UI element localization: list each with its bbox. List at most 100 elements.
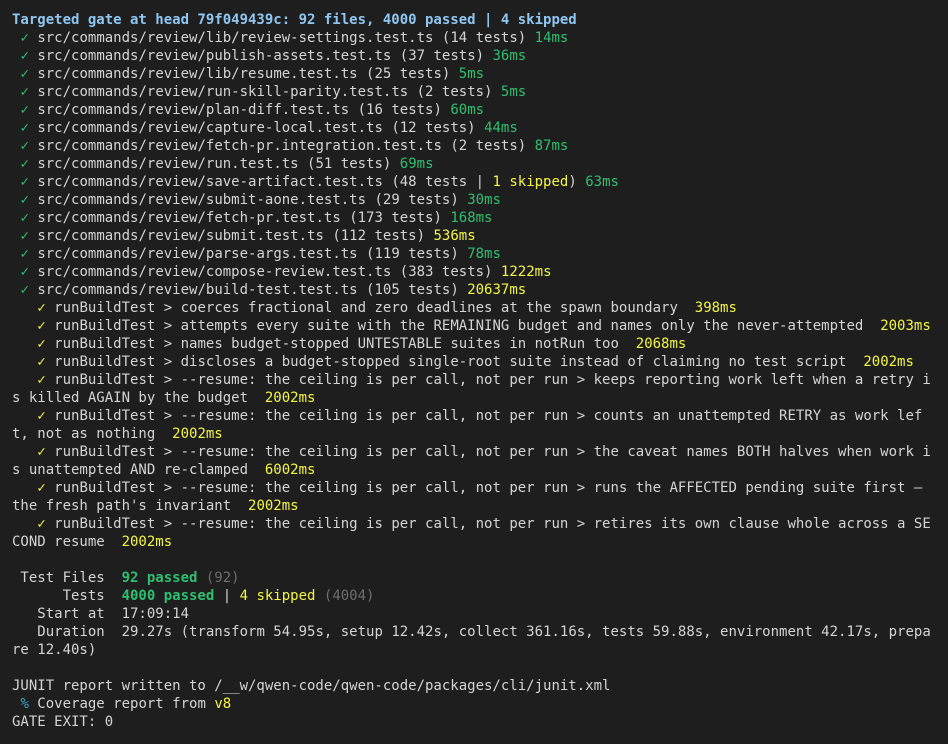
test-file-row: ✓ src/commands/review/fetch-pr.integrati… [12, 137, 948, 155]
check-icon: ✓ [20, 192, 29, 208]
test-file-row: ✓ src/commands/review/run.test.ts (51 te… [12, 155, 948, 173]
duration: 2002ms [264, 390, 316, 406]
slow-test-name: runBuildTest > coerces fractional and ze… [54, 300, 678, 316]
check-icon: ✓ [20, 174, 29, 190]
test-file-row: ✓ src/commands/review/run-skill-parity.t… [12, 83, 948, 101]
slow-test-row: ✓ runBuildTest > --resume: the ceiling i… [12, 479, 936, 515]
duration: 2002ms [248, 498, 299, 514]
test-count: (37 tests) [399, 48, 485, 64]
summary-label: Test Files [12, 570, 122, 586]
slow-test-name: runBuildTest > --resume: the ceiling is … [12, 372, 931, 406]
test-count: (2 tests) [416, 84, 493, 100]
duration: 60ms [450, 102, 485, 118]
test-file-path: src/commands/review/submit.test.ts [37, 228, 324, 244]
duration: 63ms [585, 174, 619, 190]
duration: 36ms [492, 48, 527, 64]
slow-test-list: ✓ runBuildTest > coerces fractional and … [12, 299, 948, 551]
duration: 87ms [534, 138, 569, 154]
duration: 2068ms [635, 336, 687, 352]
slow-test-name: runBuildTest > attempts every suite with… [54, 318, 864, 334]
start-time-value: 17:09:14 [121, 606, 190, 622]
check-icon: ✓ [20, 30, 29, 46]
check-icon: ✓ [20, 138, 29, 154]
duration: 5ms [500, 84, 527, 100]
test-file-row: ✓ src/commands/review/submit.test.ts (11… [12, 227, 948, 245]
check-icon: ✓ [37, 408, 46, 424]
test-count: (119 tests) [366, 246, 459, 262]
slow-test-row: ✓ runBuildTest > coerces fractional and … [12, 299, 936, 317]
duration: 1222ms [500, 264, 552, 280]
test-count: (14 tests) [441, 30, 527, 46]
duration: 536ms [433, 228, 476, 244]
skipped-count: 1 skipped [492, 174, 569, 190]
gate-exit-line: GATE EXIT: 0 [12, 714, 114, 730]
duration: 2002ms [172, 426, 223, 442]
test-file-path: src/commands/review/lib/review-settings.… [37, 30, 434, 46]
test-file-row: ✓ src/commands/review/publish-assets.tes… [12, 47, 948, 65]
tests-skipped-count: 4 skipped [239, 588, 316, 604]
check-icon: ✓ [37, 444, 46, 460]
slow-test-row: ✓ runBuildTest > names budget-stopped UN… [12, 335, 936, 353]
test-file-path: src/commands/review/parse-args.test.ts [37, 246, 358, 262]
gate-header: Targeted gate at head 79f049439c: 92 fil… [12, 12, 577, 28]
junit-report-line: JUNIT report written to /__w/qwen-code/q… [12, 678, 611, 694]
check-icon: ✓ [20, 102, 29, 118]
check-icon: ✓ [20, 264, 29, 280]
test-file-row: ✓ src/commands/review/plan-diff.test.ts … [12, 101, 948, 119]
check-icon: ✓ [37, 516, 46, 532]
slow-test-name: runBuildTest > --resume: the ceiling is … [12, 408, 923, 442]
test-file-path: src/commands/review/publish-assets.test.… [37, 48, 392, 64]
slow-test-row: ✓ runBuildTest > --resume: the ceiling i… [12, 371, 936, 407]
check-icon: ✓ [20, 48, 29, 64]
test-count: (51 tests) [307, 156, 392, 172]
summary-tests: Tests 4000 passed | 4 skipped (4004) [12, 587, 948, 605]
check-icon: ✓ [20, 210, 29, 226]
slow-test-name: runBuildTest > --resume: the ceiling is … [12, 480, 931, 514]
duration: 69ms [399, 156, 434, 172]
check-icon: ✓ [20, 228, 29, 244]
duration: 30ms [467, 192, 501, 208]
test-file-row: ✓ src/commands/review/save-artifact.test… [20, 174, 619, 190]
files-passed-count: 92 passed [121, 570, 198, 586]
test-count: (2 tests) [450, 138, 527, 154]
summary-test-files: Test Files 92 passed (92) [12, 569, 948, 587]
duration: 168ms [450, 210, 493, 226]
test-count: (29 tests) [374, 192, 459, 208]
test-count: (112 tests) [332, 228, 426, 244]
summary-duration: Duration 29.27s (transform 54.95s, setup… [12, 623, 936, 659]
test-file-row: ✓ src/commands/review/build-test.test.ts… [12, 281, 948, 299]
check-icon: ✓ [37, 336, 46, 352]
test-file-path: src/commands/review/compose-review.test.… [37, 264, 392, 280]
check-icon: ✓ [20, 66, 29, 82]
files-total-count: (92) [205, 570, 240, 586]
duration-value: 29.27s (transform 54.95s, setup 12.42s, … [12, 624, 931, 658]
tests-passed-count: 4000 passed [121, 588, 215, 604]
separator: | [214, 588, 240, 604]
test-count: (12 tests) [391, 120, 476, 136]
check-icon: ✓ [37, 480, 46, 496]
summary-label: Duration [12, 624, 122, 640]
test-count: (25 tests) [366, 66, 451, 82]
test-count: (48 tests [391, 174, 468, 190]
check-icon: ✓ [37, 354, 46, 370]
duration: 2002ms [121, 534, 173, 550]
coverage-provider: v8 [214, 696, 232, 712]
check-icon: ✓ [37, 318, 46, 334]
duration: 78ms [467, 246, 501, 262]
terminal-output: Targeted gate at head 79f049439c: 92 fil… [0, 0, 948, 744]
check-icon: ✓ [20, 156, 29, 172]
test-file-path: src/commands/review/plan-diff.test.ts [37, 102, 350, 118]
test-file-path: src/commands/review/run.test.ts [37, 156, 299, 172]
summary-label: Tests [12, 588, 122, 604]
coverage-text: Coverage report from [28, 696, 215, 712]
test-file-path: src/commands/review/fetch-pr.test.ts [37, 210, 341, 226]
test-file-row: ✓ src/commands/review/capture-local.test… [12, 119, 948, 137]
test-count: (173 tests) [349, 210, 442, 226]
summary-label: Start at [12, 606, 122, 622]
test-file-list: ✓ src/commands/review/lib/review-setting… [12, 29, 948, 299]
duration: 5ms [458, 66, 485, 82]
check-icon: ✓ [20, 84, 29, 100]
check-icon: ✓ [20, 120, 29, 136]
